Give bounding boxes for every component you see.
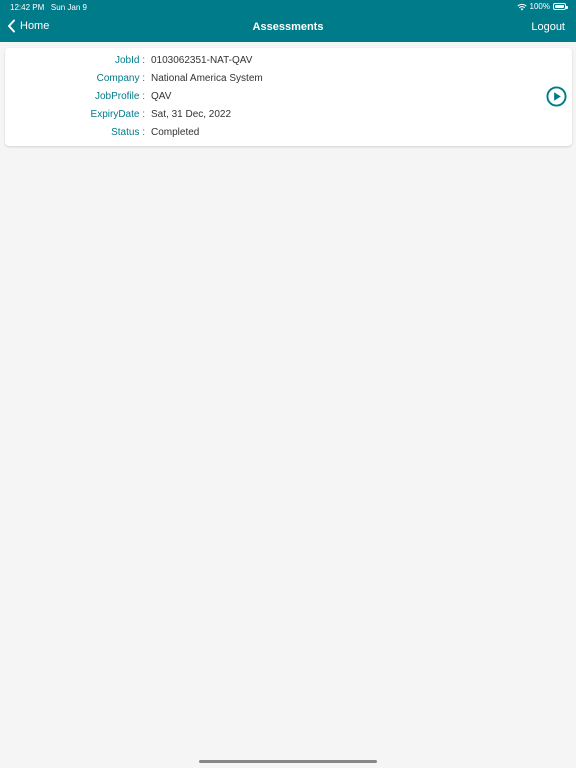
- page-title: Assessments: [252, 21, 324, 33]
- status-date-text: Sun Jan 9: [50, 3, 87, 12]
- expirydate-label: ExpiryDate :: [90, 109, 145, 120]
- battery-fill: [555, 5, 564, 8]
- logout-button[interactable]: Logout: [531, 21, 565, 33]
- battery-percent: 100%: [529, 2, 550, 11]
- play-circle-icon[interactable]: [546, 86, 567, 107]
- status-row: Status : Completed: [5, 127, 445, 143]
- status-value: Completed: [151, 127, 200, 138]
- status-bar: 12:42 PM Sun Jan 9 100%: [0, 0, 576, 13]
- expirydate-value: Sat, 31 Dec, 2022: [151, 109, 232, 120]
- wifi-icon: [516, 3, 527, 10]
- jobprofile-row: JobProfile : QAV: [5, 91, 445, 107]
- jobid-label: JobId :: [114, 55, 145, 66]
- company-value: National America System: [151, 73, 263, 84]
- status-time-text: 12:42 PM: [10, 3, 45, 12]
- navigation-bar: Home Assessments Logout: [0, 14, 576, 42]
- jobid-row: JobId : 0103062351-NAT-QAV: [5, 55, 445, 71]
- home-indicator: [199, 760, 377, 763]
- assessment-card[interactable]: JobId : 0103062351-NAT-QAV Company : Nat…: [5, 48, 572, 146]
- status-time: 12:42 PM Sun Jan 9: [10, 3, 87, 12]
- company-row: Company : National America System: [5, 73, 445, 89]
- top-bar: 12:42 PM Sun Jan 9 100% Home Assessments…: [0, 0, 576, 42]
- jobprofile-label: JobProfile :: [94, 91, 145, 102]
- expirydate-row: ExpiryDate : Sat, 31 Dec, 2022: [5, 109, 445, 125]
- jobprofile-value: QAV: [151, 91, 172, 102]
- company-label: Company :: [96, 73, 145, 84]
- jobid-value: 0103062351-NAT-QAV: [151, 55, 253, 66]
- status-label: Status :: [111, 127, 145, 138]
- status-indicators: 100%: [516, 2, 568, 11]
- battery-icon: [553, 3, 568, 10]
